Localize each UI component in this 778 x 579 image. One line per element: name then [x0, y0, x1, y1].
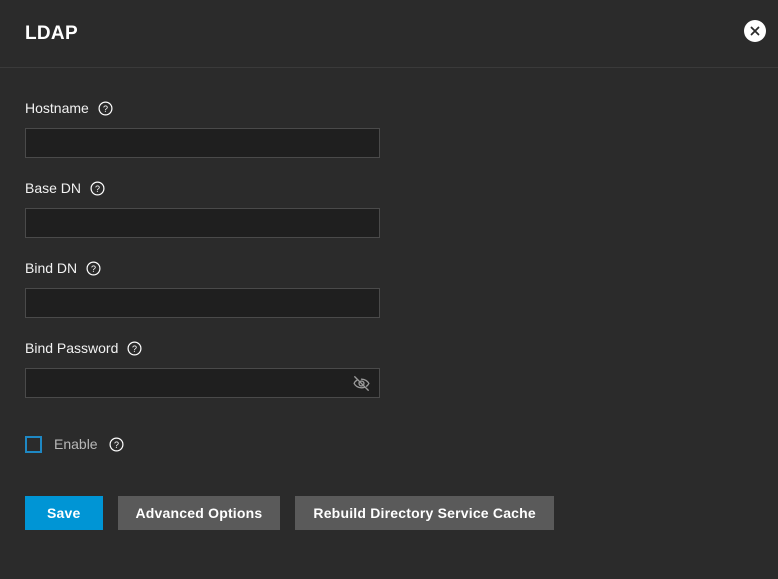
- dialog-body: Hostname ? Base DN ?: [0, 68, 778, 579]
- bind-dn-label: Bind DN: [25, 261, 77, 275]
- dialog-actions: Save Advanced Options Rebuild Directory …: [25, 496, 753, 530]
- help-circle-icon[interactable]: ?: [98, 101, 113, 116]
- hostname-input[interactable]: [25, 128, 380, 158]
- save-button[interactable]: Save: [25, 496, 103, 530]
- base-dn-input[interactable]: [25, 208, 380, 238]
- advanced-options-button[interactable]: Advanced Options: [118, 496, 281, 530]
- enable-checkbox-row: Enable ?: [25, 434, 753, 454]
- enable-checkbox-label: Enable: [54, 437, 98, 451]
- field-base-dn: Base DN ?: [25, 178, 753, 238]
- page-title: LDAP: [25, 24, 78, 43]
- field-label-row: Bind DN ?: [25, 258, 753, 278]
- field-bind-dn: Bind DN ?: [25, 258, 753, 318]
- help-circle-icon[interactable]: ?: [109, 437, 124, 452]
- help-circle-icon[interactable]: ?: [86, 261, 101, 276]
- field-bind-password: Bind Password ?: [25, 338, 753, 398]
- bind-password-label: Bind Password: [25, 341, 118, 355]
- field-label-row: Base DN ?: [25, 178, 753, 198]
- dialog-header: LDAP: [0, 0, 778, 68]
- bind-password-input[interactable]: [25, 368, 380, 398]
- field-label-row: Bind Password ?: [25, 338, 753, 358]
- field-hostname: Hostname ?: [25, 98, 753, 158]
- help-circle-icon[interactable]: ?: [127, 341, 142, 356]
- close-icon: [748, 24, 762, 38]
- svg-text:?: ?: [132, 344, 137, 354]
- field-label-row: Hostname ?: [25, 98, 753, 118]
- help-circle-icon[interactable]: ?: [90, 181, 105, 196]
- close-button[interactable]: [744, 20, 766, 42]
- ldap-dialog: LDAP Hostname ?: [0, 0, 778, 579]
- svg-text:?: ?: [114, 440, 119, 450]
- svg-text:?: ?: [91, 264, 96, 274]
- svg-text:?: ?: [95, 184, 100, 194]
- bind-dn-input[interactable]: [25, 288, 380, 318]
- hostname-label: Hostname: [25, 101, 89, 115]
- password-input-wrapper: [25, 368, 380, 398]
- eye-off-icon[interactable]: [351, 373, 371, 393]
- base-dn-label: Base DN: [25, 181, 81, 195]
- rebuild-directory-service-cache-button[interactable]: Rebuild Directory Service Cache: [295, 496, 554, 530]
- svg-text:?: ?: [103, 104, 108, 114]
- enable-checkbox[interactable]: [25, 436, 42, 453]
